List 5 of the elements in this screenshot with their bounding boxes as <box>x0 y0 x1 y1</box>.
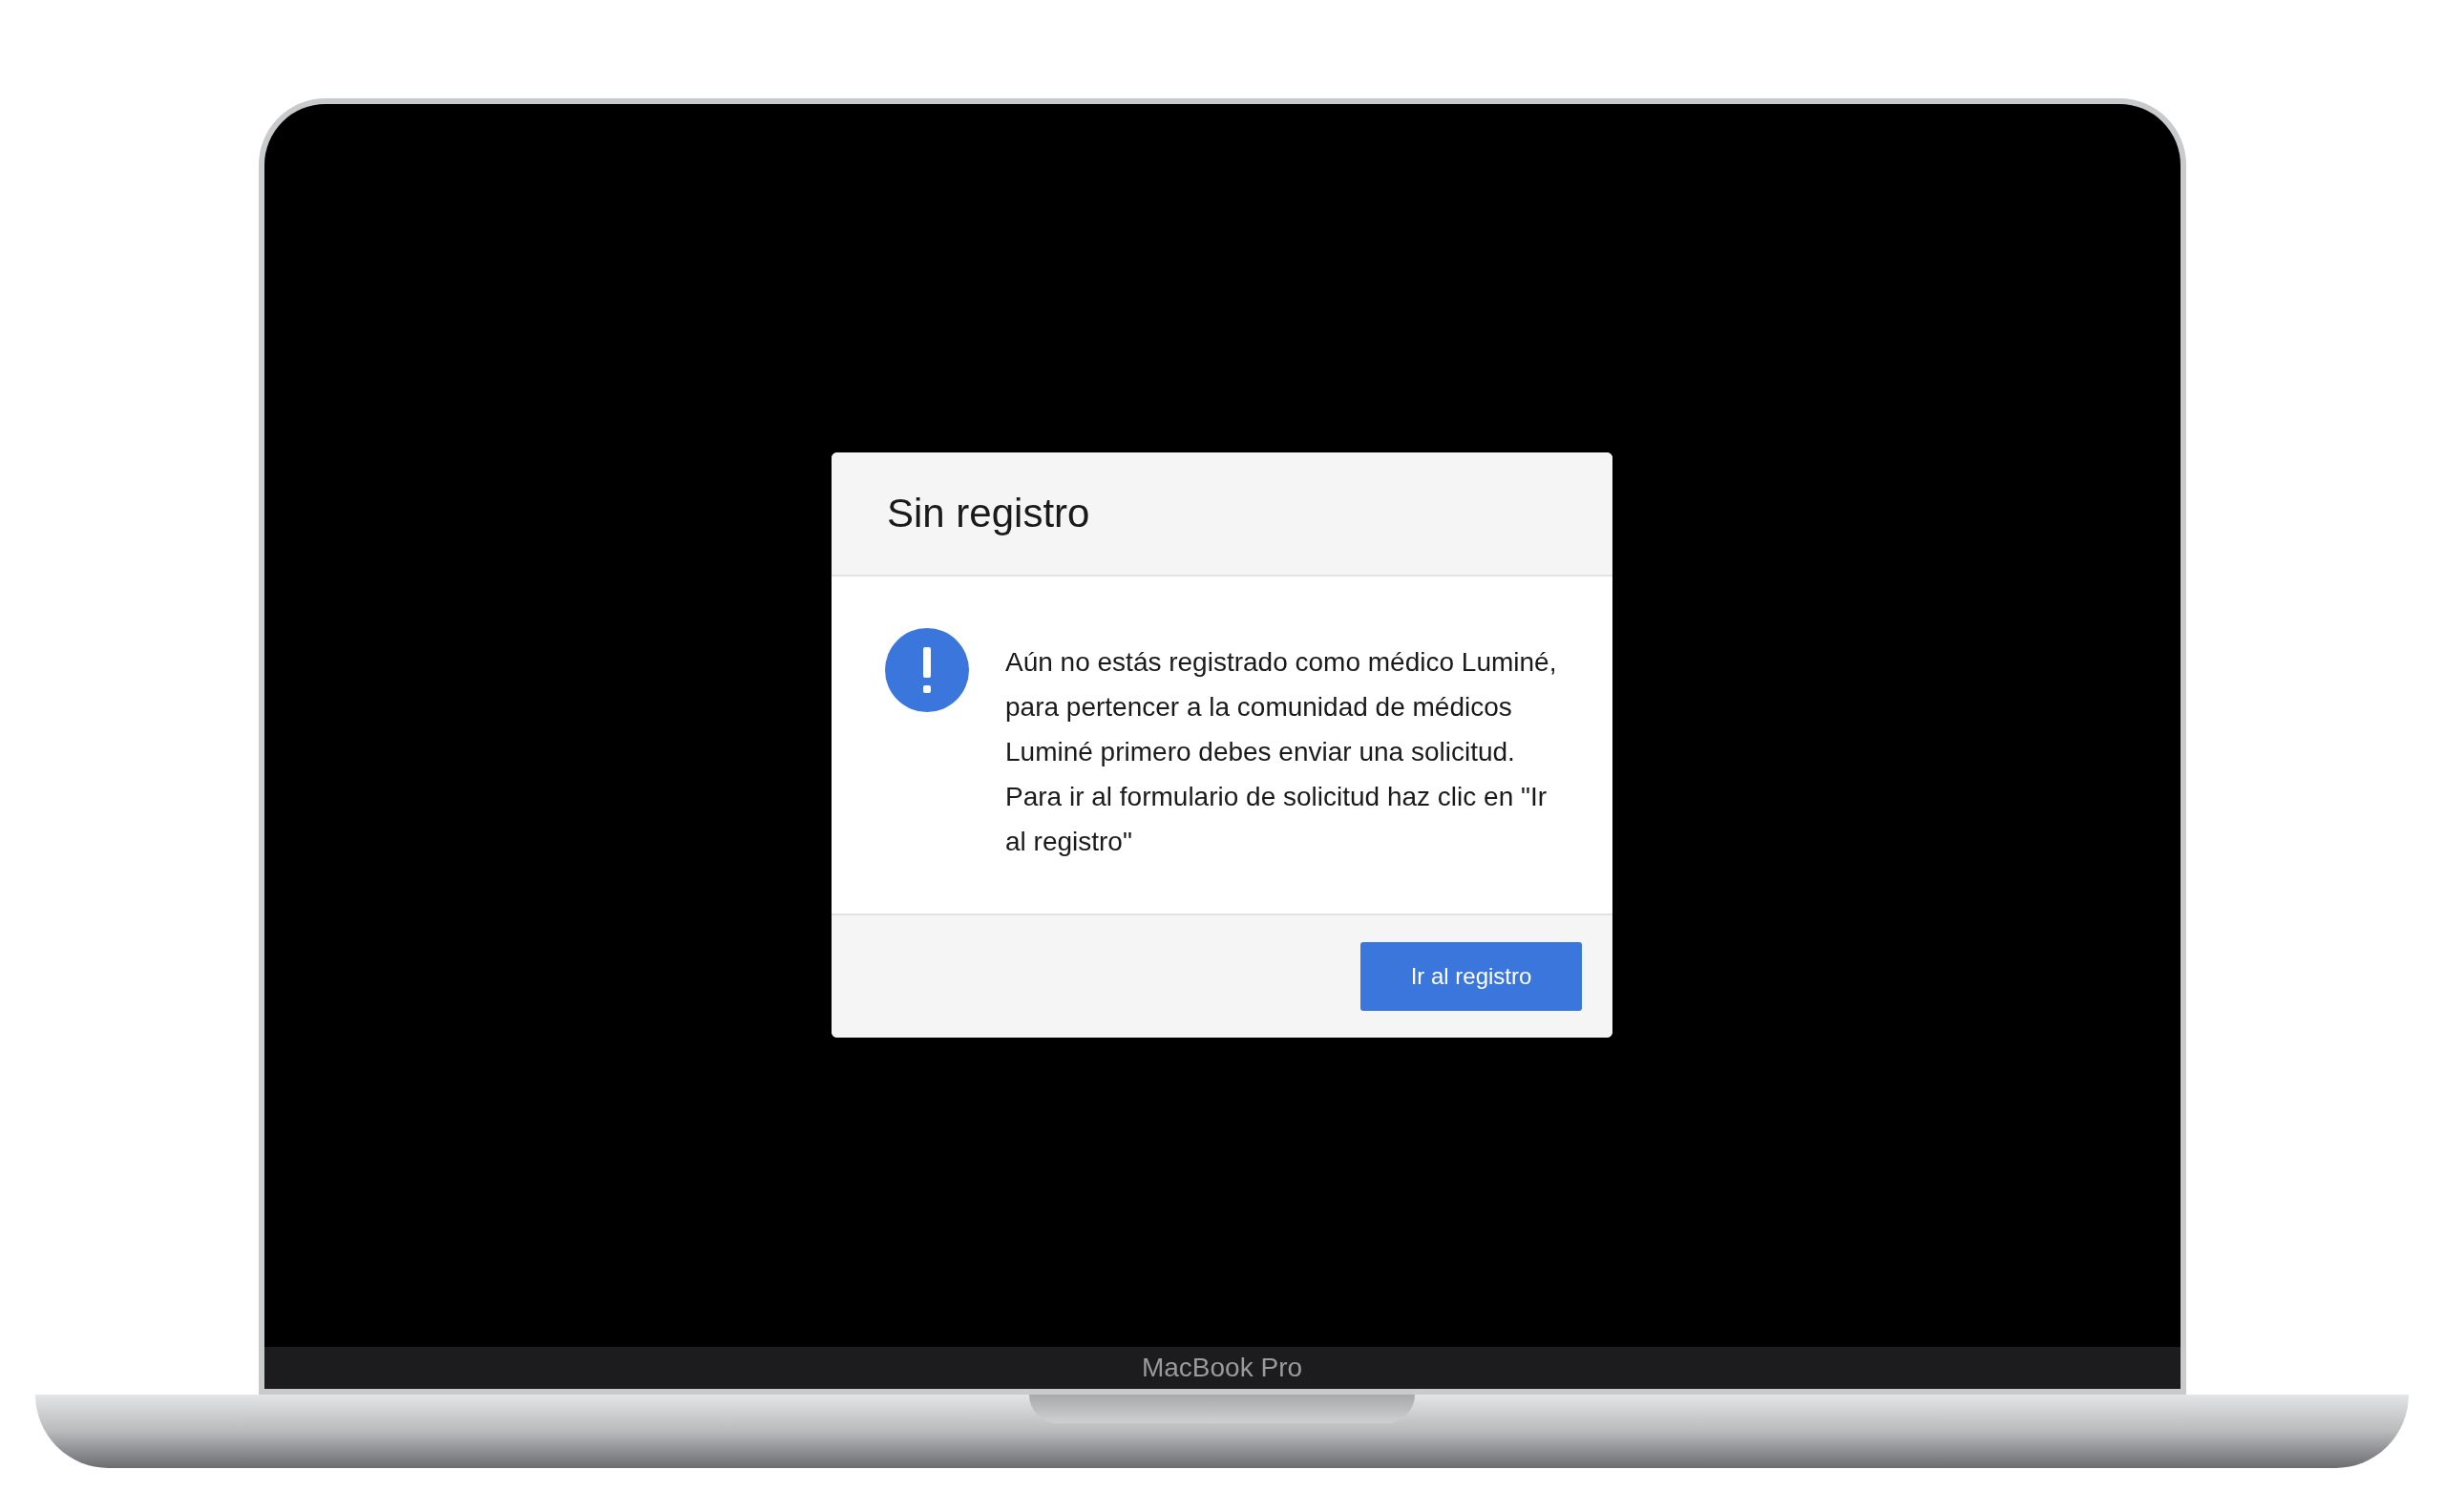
dialog-title: Sin registro <box>887 490 1090 537</box>
dialog-message: Aún no estás registrado como médico Luminé, para pertencer a la comunidad de médicos Luminé primero debes enviar una solicitud. Para ir al formulario de solicitud haz clic en "Ir al registro" <box>1005 645 1558 858</box>
device-label: MacBook Pro <box>1141 1352 1303 1384</box>
exclamation-icon <box>885 627 969 712</box>
register-button[interactable]: Ir al registro <box>1360 941 1582 1011</box>
